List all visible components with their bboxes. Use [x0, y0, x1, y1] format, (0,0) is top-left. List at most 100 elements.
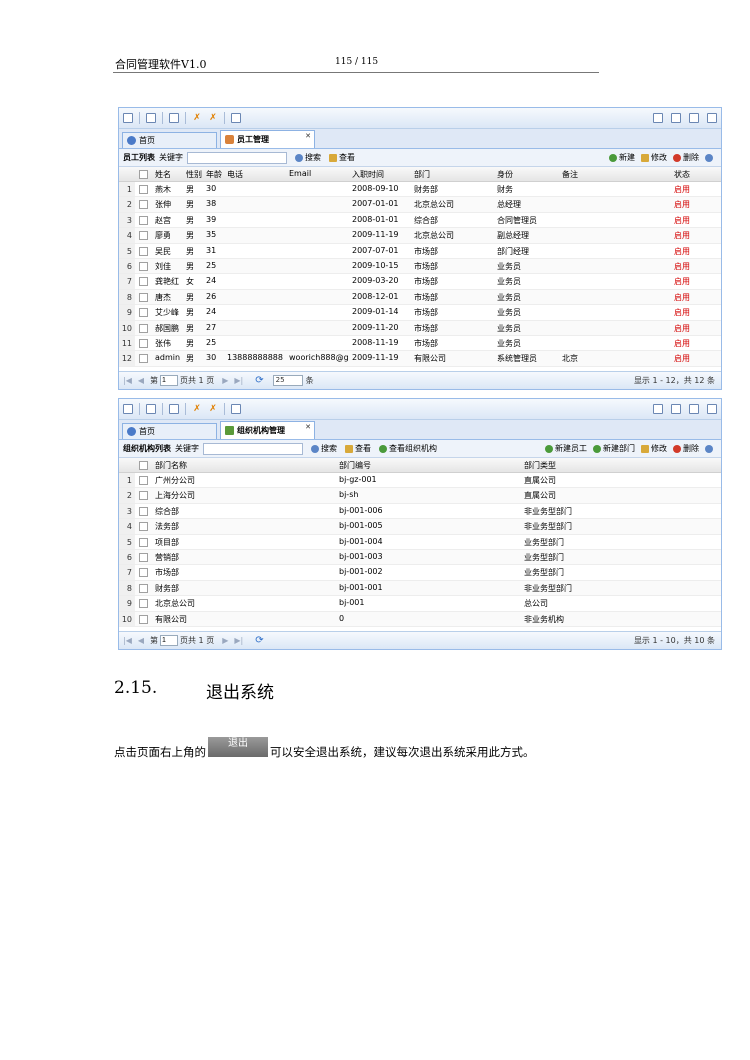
next-page-icon[interactable]: ▶ [222, 376, 228, 385]
tab-home[interactable]: 首页 [122, 423, 217, 439]
row-checkbox[interactable] [139, 308, 148, 318]
table-row[interactable]: 4 廖勇 男 35 2009-11-19 北京总公司 副总经理 启用 [119, 228, 721, 244]
window-menu-icon[interactable] [707, 113, 717, 123]
col-dept-name[interactable]: 部门名称 [155, 460, 187, 471]
first-page-icon[interactable]: |◀ [123, 636, 132, 645]
delete-file-icon[interactable]: ✗ [208, 404, 218, 414]
row-checkbox[interactable] [139, 200, 148, 210]
row-checkbox[interactable] [139, 491, 148, 501]
page-input[interactable] [160, 635, 179, 646]
print-icon[interactable] [231, 404, 241, 414]
row-checkbox[interactable] [139, 185, 148, 194]
table-row[interactable]: 8 财务部 bj-001-001 非业务型部门 [119, 580, 721, 597]
col-status[interactable]: 状态 [674, 169, 690, 180]
tab-employee[interactable]: 员工管理 ✕ [220, 130, 315, 148]
row-checkbox[interactable] [139, 277, 148, 287]
table-row[interactable]: 6 刘佳 男 25 2009-10-15 市场部 业务员 启用 [119, 258, 721, 275]
mail-icon[interactable] [653, 404, 663, 414]
new-button[interactable]: 新建 [609, 152, 635, 163]
calendar-icon[interactable] [689, 404, 699, 414]
page-input[interactable] [160, 375, 179, 386]
home-icon[interactable] [123, 404, 133, 414]
row-checkbox[interactable] [139, 476, 148, 485]
window-icon[interactable] [146, 404, 156, 414]
col-dept-code[interactable]: 部门编号 [339, 460, 371, 471]
refresh-icon[interactable]: ⟳ [255, 375, 263, 386]
row-checkbox[interactable] [139, 338, 148, 348]
new-dept-button[interactable]: 新建部门 [593, 443, 635, 454]
search-button[interactable]: 搜索 [295, 152, 321, 163]
last-page-icon[interactable]: ▶| [234, 376, 243, 385]
prev-page-icon[interactable]: ◀ [138, 636, 144, 645]
first-page-icon[interactable]: |◀ [123, 376, 132, 385]
col-gender[interactable]: 性别 [186, 169, 202, 180]
window-icon[interactable] [146, 113, 156, 123]
delete-button[interactable]: 删除 [673, 443, 699, 454]
tab-home[interactable]: 首页 [122, 132, 217, 148]
row-checkbox[interactable] [139, 246, 148, 256]
list-icon[interactable] [169, 404, 179, 414]
table-row[interactable]: 10 有限公司 0 非业务机构 [119, 611, 721, 627]
table-row[interactable]: 12 admin 男 30 13888888888 woorich888@g 2009-11… [119, 351, 721, 367]
next-page-icon[interactable]: ▶ [222, 636, 228, 645]
last-page-icon[interactable]: ▶| [234, 636, 243, 645]
print-icon[interactable] [231, 113, 241, 123]
row-checkbox[interactable] [139, 552, 148, 562]
page-size-select[interactable]: 25 [272, 375, 303, 386]
row-checkbox[interactable] [139, 231, 148, 241]
close-icon[interactable]: ✕ [305, 423, 311, 431]
col-role[interactable]: 身份 [497, 169, 513, 180]
prev-page-icon[interactable]: ◀ [138, 376, 144, 385]
row-checkbox[interactable] [139, 537, 148, 547]
view-org-button[interactable]: 查看组织机构 [379, 443, 437, 454]
table-row[interactable]: 1 燕木 男 30 2008-09-10 财务部 财务 启用 [119, 182, 721, 198]
new-employee-button[interactable]: 新建员工 [545, 443, 587, 454]
col-dept-type[interactable]: 部门类型 [524, 460, 556, 471]
table-row[interactable]: 2 上海分公司 bj-sh 直属公司 [119, 488, 721, 504]
col-phone[interactable]: 电话 [227, 169, 243, 180]
view-button[interactable]: 查看 [345, 443, 371, 454]
table-row[interactable]: 5 项目部 bj-001-004 业务型部门 [119, 534, 721, 550]
delete-file-icon[interactable]: ✗ [208, 113, 218, 123]
edit-button[interactable]: 修改 [641, 152, 667, 163]
col-note[interactable]: 备注 [562, 169, 578, 180]
close-icon[interactable]: ✕ [305, 132, 311, 140]
home-icon[interactable] [123, 113, 133, 123]
table-row[interactable]: 6 营销部 bj-001-003 业务型部门 [119, 549, 721, 566]
col-name[interactable]: 姓名 [155, 169, 171, 180]
excel-icon[interactable]: ✗ [192, 404, 202, 414]
col-email[interactable]: Email [289, 169, 311, 178]
table-row[interactable]: 2 张伸 男 38 2007-01-01 北京总公司 总经理 启用 [119, 197, 721, 213]
table-row[interactable]: 9 艾少峰男 24 2009-01-14 市场部 业务员 启用 [119, 305, 721, 321]
row-checkbox[interactable] [139, 568, 148, 578]
table-row[interactable]: 9 北京总公司 bj-001 总公司 [119, 596, 721, 612]
zoom-icon[interactable] [671, 404, 681, 414]
window-menu-icon[interactable] [707, 404, 717, 414]
table-row[interactable]: 3 赵宫 男 39 2008-01-01 综合部 合同管理员 启用 [119, 212, 721, 229]
excel-icon[interactable]: ✗ [192, 113, 202, 123]
table-row[interactable]: 3 综合部 bj-001-006 非业务型部门 [119, 503, 721, 520]
search-button[interactable]: 搜索 [311, 443, 337, 454]
table-row[interactable]: 8 唐杰 男 26 2008-12-01 市场部 业务员 启用 [119, 289, 721, 306]
row-checkbox[interactable] [139, 292, 148, 302]
keyword-input[interactable] [187, 151, 287, 164]
view-button[interactable]: 查看 [329, 152, 355, 163]
help-icon[interactable] [705, 153, 713, 162]
row-checkbox[interactable] [139, 261, 148, 271]
col-join-date[interactable]: 入职时间 [352, 169, 384, 180]
col-age[interactable]: 年龄 [206, 169, 222, 180]
list-icon[interactable] [169, 113, 179, 123]
row-checkbox[interactable] [139, 583, 148, 593]
row-checkbox[interactable] [139, 354, 148, 364]
delete-button[interactable]: 删除 [673, 152, 699, 163]
select-all-checkbox[interactable] [139, 461, 148, 470]
table-row[interactable]: 4 法务部 bj-001-005 非业务型部门 [119, 519, 721, 535]
select-all-checkbox[interactable] [139, 170, 148, 179]
row-checkbox[interactable] [139, 522, 148, 532]
table-row[interactable]: 11 张伟 男 25 2008-11-19 市场部 业务员 启用 [119, 335, 721, 352]
row-checkbox[interactable] [139, 506, 148, 516]
keyword-input[interactable] [203, 442, 303, 455]
row-checkbox[interactable] [139, 323, 148, 333]
tab-org[interactable]: 组织机构管理 ✕ [220, 421, 315, 439]
zoom-icon[interactable] [671, 113, 681, 123]
